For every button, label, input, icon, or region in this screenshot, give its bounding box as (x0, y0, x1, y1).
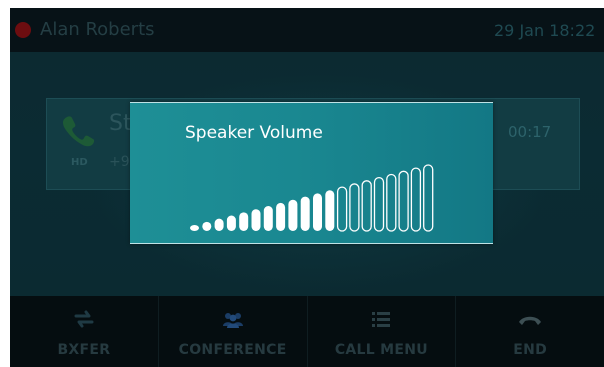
caller-name: St (109, 111, 132, 136)
volume-level-indicator[interactable] (130, 103, 493, 243)
volume-bar (361, 180, 372, 232)
volume-bar (423, 164, 434, 232)
softkey-bar: BXFER CONFERENCE CALL MENU END (10, 296, 604, 367)
softkey-label: CONFERENCE (178, 342, 287, 358)
end-softkey[interactable]: END (455, 296, 604, 367)
volume-bar (276, 202, 286, 231)
volume-bar (300, 196, 310, 231)
softkey-label: END (513, 342, 548, 358)
phone-icon (63, 116, 95, 147)
hd-badge: HD (71, 157, 88, 168)
volume-bar (239, 212, 249, 231)
conference-softkey[interactable]: CONFERENCE (157, 296, 307, 367)
volume-bar (190, 225, 199, 231)
status-bar: Alan Roberts 29 Jan 18:22 (10, 8, 604, 52)
menu-icon (372, 312, 391, 327)
volume-bar (325, 190, 335, 231)
softkey-label: CALL MENU (334, 342, 428, 358)
volume-bar (251, 209, 261, 231)
date-time: 29 Jan 18:22 (494, 21, 596, 40)
volume-bar (336, 186, 348, 232)
volume-bar (214, 218, 224, 231)
phone-screen: Alan Roberts 29 Jan 18:22 HD St +9 00:17… (10, 8, 604, 367)
volume-bar (410, 167, 422, 232)
speaker-volume-popup: Speaker Volume (130, 102, 493, 244)
end-call-icon (519, 316, 542, 325)
volume-bar (386, 173, 397, 232)
call-duration: 00:17 (508, 123, 552, 141)
user-name: Alan Roberts (40, 19, 155, 40)
volume-bar (349, 183, 360, 232)
volume-bar (226, 215, 236, 231)
caller-number: +9 (109, 154, 130, 170)
volume-bar (202, 221, 212, 231)
conference-icon (222, 313, 243, 328)
call-menu-softkey[interactable]: CALL MENU (306, 296, 456, 367)
volume-bar (373, 176, 385, 232)
volume-bar (398, 170, 409, 232)
bxfer-softkey[interactable]: BXFER (10, 296, 158, 367)
volume-bar (263, 206, 273, 231)
transfer-icon (74, 310, 94, 328)
softkey-label: BXFER (57, 342, 111, 358)
status-indicator-icon (15, 22, 31, 38)
volume-bar (288, 199, 298, 231)
volume-bar (313, 193, 322, 231)
